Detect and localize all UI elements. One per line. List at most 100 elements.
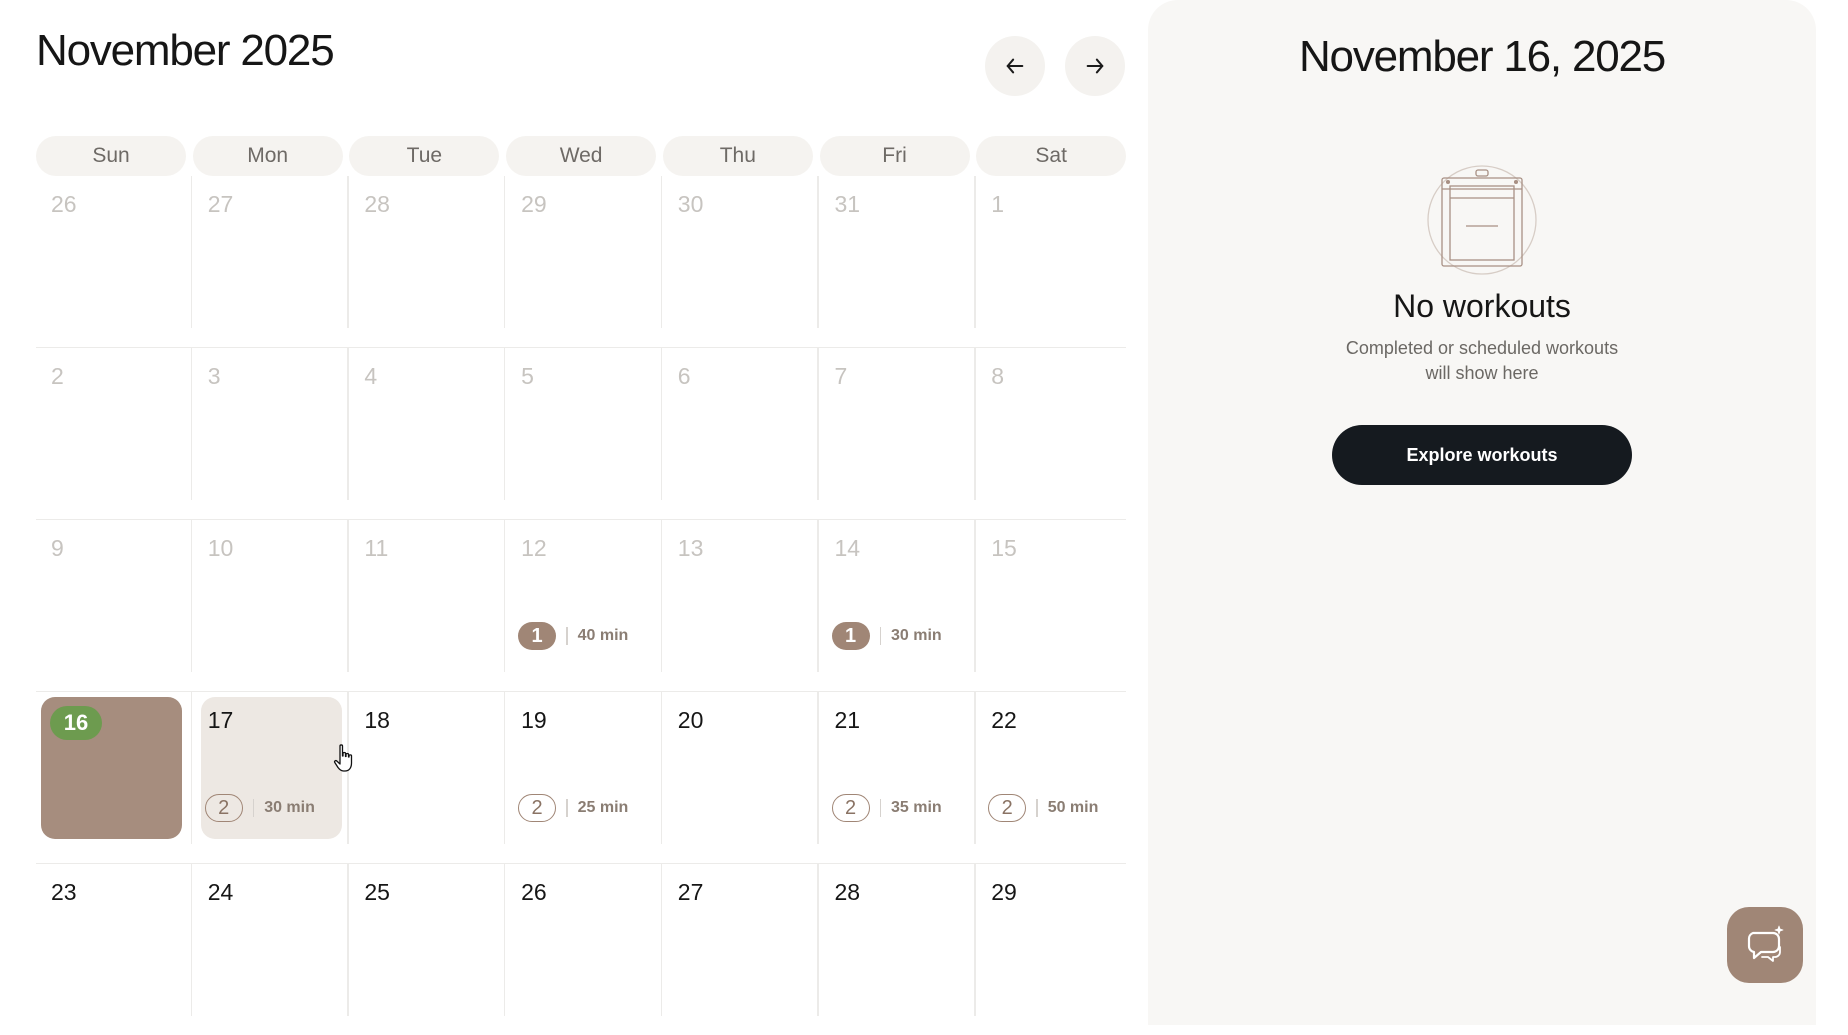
day-number: 28 [834, 879, 861, 905]
day-number: 20 [677, 707, 704, 733]
day-number: 1 [991, 191, 1004, 217]
weekday-tue: Tue [349, 136, 500, 176]
workout-summary: 1 40 min [518, 621, 628, 651]
day-number: 7 [834, 363, 848, 389]
today-day-number: 16 [50, 706, 102, 740]
calendar-day[interactable]: 18 [349, 692, 506, 863]
calendar-day[interactable]: 12 1 40 min [506, 520, 663, 691]
calendar-day[interactable]: 27 [193, 176, 349, 347]
calendar-day[interactable]: 29 [506, 176, 663, 347]
weekday-sun: Sun [36, 136, 186, 176]
weekday-sat: Sat [976, 136, 1127, 176]
badge-divider [566, 627, 568, 645]
chat-assistant-button[interactable] [1727, 907, 1803, 983]
badge-divider [879, 799, 881, 817]
day-number: 27 [207, 191, 234, 217]
calendar-day[interactable]: 26 [36, 176, 192, 347]
workout-count-badge: 2 [204, 794, 243, 822]
explore-workouts-button[interactable]: Explore workouts [1332, 425, 1632, 485]
calendar: November 2025 Sun Mon Tue Wed Thu Fri Sat 26 27… [36, 0, 1127, 1025]
badge-divider [1036, 799, 1038, 817]
weekday-header: Sun Mon Tue Wed Thu Fri Sat [36, 136, 1127, 176]
calendar-day[interactable]: 22 2 50 min [976, 692, 1132, 863]
day-number: 10 [207, 535, 234, 561]
calendar-day[interactable]: 16 [36, 692, 192, 863]
calendar-day[interactable]: 14 1 30 min [820, 520, 976, 691]
day-number: 23 [51, 879, 77, 905]
weekday-thu: Thu [662, 136, 813, 176]
next-month-button[interactable] [1065, 36, 1125, 96]
calendar-day[interactable]: 10 [193, 520, 349, 691]
day-number: 18 [364, 707, 390, 733]
calendar-day[interactable]: 1 [976, 176, 1132, 347]
calendar-day[interactable]: 3 [193, 348, 349, 519]
day-number: 2 [51, 363, 64, 389]
calendar-day[interactable]: 27 [663, 864, 819, 1035]
calendar-day[interactable]: 17 2 30 min [193, 692, 349, 863]
calendar-day[interactable]: 28 [820, 864, 976, 1035]
badge-divider [252, 799, 255, 817]
day-number: 27 [677, 879, 704, 905]
clipboard-icon [1427, 165, 1537, 275]
calendar-day[interactable]: 15 [976, 520, 1132, 691]
calendar-day[interactable]: 25 [349, 864, 506, 1035]
empty-state-subtitle-line-2: will show here [1425, 363, 1539, 383]
day-number: 5 [521, 363, 534, 389]
workout-summary: 1 30 min [831, 621, 942, 651]
day-number: 15 [991, 535, 1017, 561]
day-number: 13 [677, 535, 704, 561]
day-number: 25 [364, 879, 390, 905]
workout-count-badge: 1 [831, 622, 870, 650]
calendar-day[interactable]: 8 [976, 348, 1132, 519]
calendar-day[interactable]: 23 [36, 864, 192, 1035]
calendar-day[interactable]: 4 [349, 348, 506, 519]
calendar-day[interactable]: 2 [36, 348, 192, 519]
chat-assistant-icon [1747, 925, 1784, 962]
calendar-day[interactable]: 29 [976, 864, 1132, 1035]
calendar-day[interactable]: 5 [506, 348, 663, 519]
calendar-day[interactable]: 24 [193, 864, 349, 1035]
calendar-day[interactable]: 19 2 25 min [506, 692, 663, 863]
day-number: 12 [521, 535, 547, 561]
workout-count-badge: 2 [988, 794, 1027, 822]
calendar-day[interactable]: 28 [349, 176, 506, 347]
workout-count-badge: 1 [518, 622, 557, 650]
calendar-week: 23 24 25 26 27 28 29 [36, 863, 1126, 1035]
calendar-day[interactable]: 30 [663, 176, 819, 347]
badge-divider [566, 799, 568, 817]
day-number: 9 [51, 535, 64, 561]
calendar-day[interactable]: 21 2 35 min [820, 692, 976, 863]
day-number: 4 [364, 363, 378, 389]
calendar-day[interactable]: 9 [36, 520, 192, 691]
calendar-week: 26 27 28 29 30 31 1 [36, 176, 1126, 347]
weekday-mon: Mon [192, 136, 343, 176]
calendar-day[interactable]: 6 [663, 348, 819, 519]
workout-summary: 2 35 min [831, 793, 942, 823]
empty-state-title: No workouts [1393, 288, 1571, 324]
day-number: 22 [991, 707, 1017, 733]
calendar-day[interactable]: 7 [820, 348, 976, 519]
empty-state-subtitle: Completed or scheduled workouts will sho… [1332, 336, 1632, 386]
workout-duration: 25 min [577, 799, 629, 816]
workout-duration: 30 min [891, 627, 942, 644]
workout-duration: 30 min [264, 799, 315, 816]
calendar-day[interactable]: 13 [663, 520, 819, 691]
calendar-week: 16 17 2 30 min 18 19 2 25 min 20 21 2 35 min 22 2 50 m… [36, 691, 1126, 863]
prev-month-button[interactable] [985, 36, 1045, 96]
calendar-day[interactable]: 11 [349, 520, 506, 691]
calendar-day[interactable]: 31 [820, 176, 976, 347]
workout-summary: 2 50 min [988, 793, 1098, 823]
day-number: 24 [207, 879, 234, 905]
calendar-grid: 26 27 28 29 30 31 1 2 3 4 5 6 7 8 9 10 11 12 1 40 min 13 14 1 3… [36, 176, 1126, 1035]
day-number: 26 [521, 879, 547, 905]
arrow-left-icon [1006, 58, 1024, 74]
weekday-wed: Wed [506, 136, 657, 176]
arrow-right-icon [1086, 58, 1104, 74]
day-number: 19 [521, 707, 547, 733]
mouse-pointer-icon [333, 744, 353, 772]
day-number: 28 [364, 191, 390, 217]
day-detail-panel: November 16, 2025 No workouts Completed … [1148, 0, 1816, 1025]
calendar-day[interactable]: 26 [506, 864, 663, 1035]
workout-summary: 2 25 min [518, 793, 628, 823]
calendar-day[interactable]: 20 [663, 692, 819, 863]
